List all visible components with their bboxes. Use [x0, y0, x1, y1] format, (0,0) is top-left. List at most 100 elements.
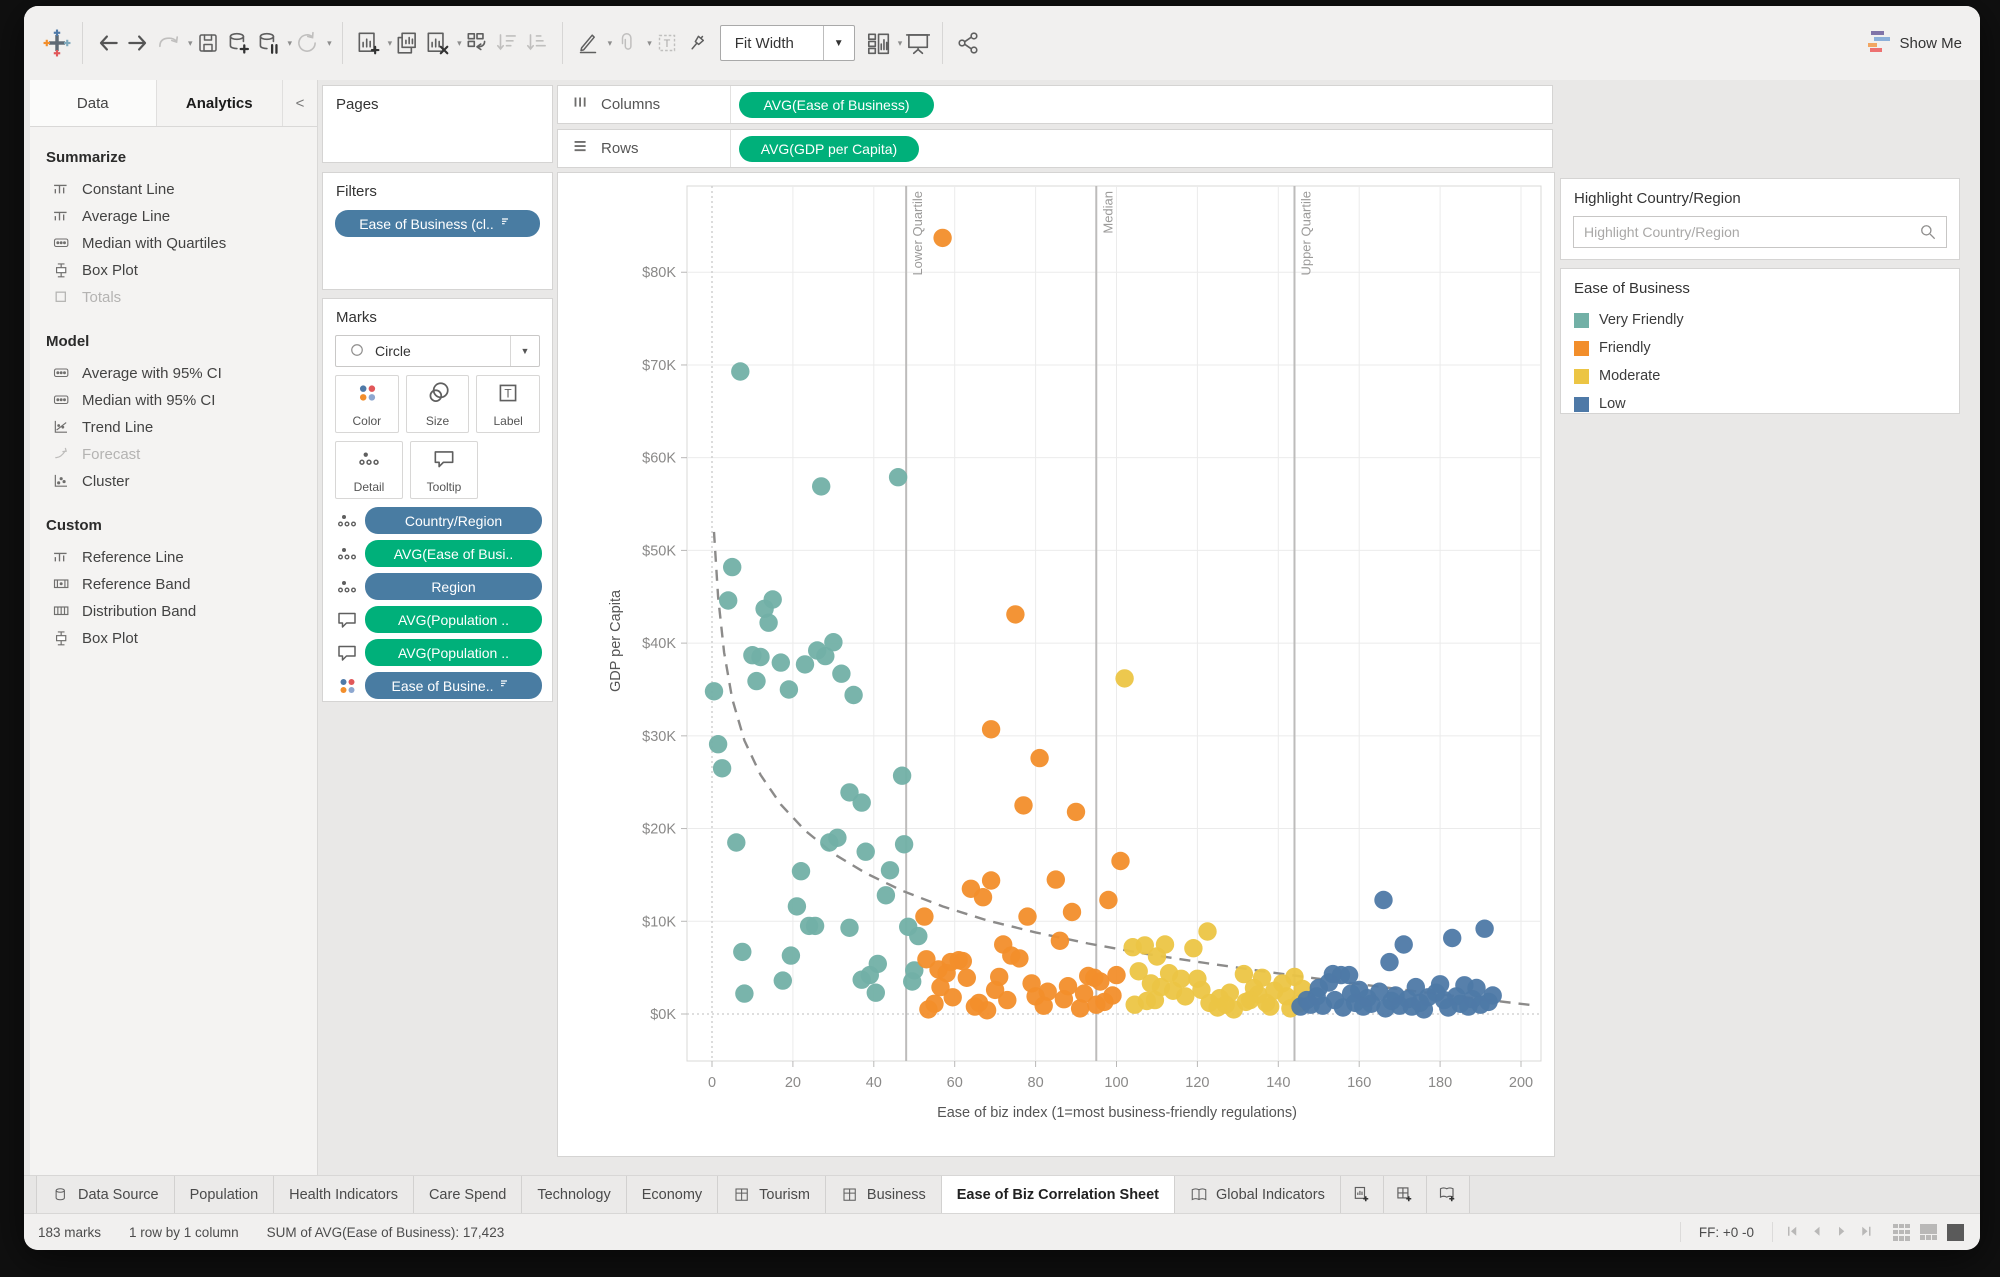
fix-axes-button[interactable] — [682, 25, 712, 61]
mark-very-friendly[interactable] — [719, 591, 738, 610]
analytics-item-reference-line[interactable]: Reference Line — [30, 544, 317, 571]
size-button[interactable]: Size — [405, 375, 470, 433]
mark-low[interactable] — [1376, 999, 1395, 1018]
mark-very-friendly[interactable] — [795, 655, 815, 674]
tab-analytics[interactable]: Analytics — [156, 80, 283, 126]
mark-friendly[interactable] — [977, 1001, 997, 1020]
run-update-button[interactable] — [292, 25, 322, 61]
rows-pill[interactable]: AVG(GDP per Capita) — [739, 135, 919, 162]
mark-friendly[interactable] — [1099, 890, 1118, 910]
new-data-source-button[interactable] — [223, 25, 253, 61]
mark-very-friendly[interactable] — [894, 835, 914, 854]
analytics-item-box-plot[interactable]: Box Plot — [30, 625, 317, 652]
sort-descending-button[interactable] — [522, 25, 552, 61]
mark-friendly[interactable] — [1014, 796, 1033, 815]
nav-next-icon[interactable] — [1833, 1223, 1851, 1241]
tab-data[interactable]: Data — [30, 80, 157, 126]
mark-moderate[interactable] — [1147, 947, 1167, 966]
mark-friendly[interactable] — [1030, 748, 1049, 768]
mark-very-friendly[interactable] — [888, 468, 908, 487]
highlight-input[interactable] — [1574, 224, 1918, 240]
nav-previous-icon[interactable] — [1809, 1223, 1827, 1241]
mark-very-friendly[interactable] — [773, 971, 792, 990]
mark-very-friendly[interactable] — [727, 833, 746, 852]
marks-pill[interactable]: AVG(Population .. — [365, 639, 542, 666]
sheet-tab-tourism[interactable]: Tourism — [718, 1176, 826, 1213]
filters-shelf[interactable]: Filters Ease of Business (cl.. — [322, 172, 553, 290]
sheet-tab-technology[interactable]: Technology — [522, 1176, 627, 1213]
mark-very-friendly[interactable] — [751, 647, 770, 667]
mark-moderate[interactable] — [1125, 995, 1144, 1014]
columns-pill[interactable]: AVG(Ease of Business) — [739, 91, 934, 118]
mark-low[interactable] — [1459, 997, 1478, 1016]
rows-shelf[interactable]: Rows AVG(GDP per Capita) — [557, 129, 1553, 168]
filmstrip-view-icon[interactable] — [1920, 1223, 1937, 1241]
marks-pill[interactable]: Country/Region — [365, 507, 542, 534]
sheet-tab-health-indicators[interactable]: Health Indicators — [274, 1176, 414, 1213]
sheet-tab-ease-of-biz-correlation-sheet[interactable]: Ease of Biz Correlation Sheet — [941, 1176, 1176, 1213]
mark-moderate[interactable] — [1176, 987, 1195, 1006]
mark-friendly[interactable] — [1010, 949, 1029, 968]
mark-friendly[interactable] — [1046, 870, 1065, 889]
mark-low[interactable] — [1439, 998, 1458, 1017]
mark-friendly[interactable] — [1050, 931, 1070, 950]
analytics-item-average-with-95-ci[interactable]: Average with 95% CI — [30, 360, 317, 387]
mark-friendly[interactable] — [943, 988, 962, 1007]
legend-item-friendly[interactable]: Friendly — [1561, 334, 1959, 362]
mark-very-friendly[interactable] — [812, 477, 831, 496]
mark-low[interactable] — [1333, 998, 1353, 1017]
mark-friendly[interactable] — [933, 228, 952, 248]
mark-low[interactable] — [1354, 997, 1373, 1016]
share-button[interactable] — [953, 25, 983, 61]
new-story-tab-button[interactable] — [1426, 1176, 1470, 1213]
sheet-tab-data-source[interactable]: Data Source — [36, 1176, 175, 1213]
marks-pill[interactable]: AVG(Ease of Busi.. — [365, 540, 542, 567]
mark-very-friendly[interactable] — [856, 842, 875, 861]
mark-very-friendly[interactable] — [852, 793, 871, 812]
back-button[interactable] — [93, 25, 123, 61]
sheet-tab-care-spend[interactable]: Care Spend — [413, 1176, 523, 1213]
search-icon[interactable] — [1918, 222, 1946, 242]
mark-very-friendly[interactable] — [781, 946, 801, 965]
mark-low[interactable] — [1380, 952, 1399, 972]
mark-very-friendly[interactable] — [779, 680, 799, 699]
group-members-button[interactable] — [612, 25, 642, 61]
highlight-button[interactable] — [573, 25, 603, 61]
legend-item-very-friendly[interactable]: Very Friendly — [1561, 306, 1959, 334]
analytics-item-reference-band[interactable]: Reference Band — [30, 571, 317, 598]
mark-very-friendly[interactable] — [733, 942, 752, 962]
forward-button[interactable] — [123, 25, 153, 61]
mark-very-friendly[interactable] — [731, 362, 750, 381]
mark-friendly[interactable] — [915, 907, 934, 926]
mark-friendly[interactable] — [998, 990, 1017, 1010]
sheet-tab-global-indicators[interactable]: Global Indicators — [1175, 1176, 1341, 1213]
sheet-tab-economy[interactable]: Economy — [626, 1176, 719, 1213]
mark-moderate[interactable] — [1123, 938, 1142, 957]
marks-pill[interactable]: AVG(Population .. — [365, 606, 542, 633]
mark-friendly[interactable] — [981, 720, 1001, 739]
mark-very-friendly[interactable] — [771, 653, 790, 672]
detail-button[interactable]: Detail — [335, 441, 403, 499]
legend-item-low[interactable]: Low — [1561, 390, 1959, 418]
mark-very-friendly[interactable] — [759, 613, 778, 632]
mark-friendly[interactable] — [1107, 965, 1126, 985]
mark-very-friendly[interactable] — [791, 862, 811, 881]
mark-very-friendly[interactable] — [828, 828, 847, 847]
mark-friendly[interactable] — [1054, 990, 1074, 1009]
analytics-item-distribution-band[interactable]: Distribution Band — [30, 598, 317, 625]
mark-friendly[interactable] — [919, 1000, 938, 1019]
single-view-icon[interactable] — [1947, 1223, 1964, 1241]
mark-very-friendly[interactable] — [735, 984, 754, 1003]
mark-moderate[interactable] — [1184, 939, 1203, 958]
mark-moderate[interactable] — [1198, 922, 1217, 941]
pause-auto-updates-button[interactable] — [253, 25, 283, 61]
mark-friendly[interactable] — [1062, 902, 1082, 922]
analytics-item-average-line[interactable]: Average Line — [30, 203, 317, 230]
mark-very-friendly[interactable] — [909, 926, 928, 946]
mark-friendly[interactable] — [953, 951, 972, 971]
mark-moderate[interactable] — [1115, 669, 1134, 688]
mark-low[interactable] — [1443, 928, 1462, 948]
duplicate-sheet-button[interactable] — [392, 25, 422, 61]
mark-very-friendly[interactable] — [866, 983, 885, 1002]
nav-first-icon[interactable] — [1785, 1223, 1803, 1241]
